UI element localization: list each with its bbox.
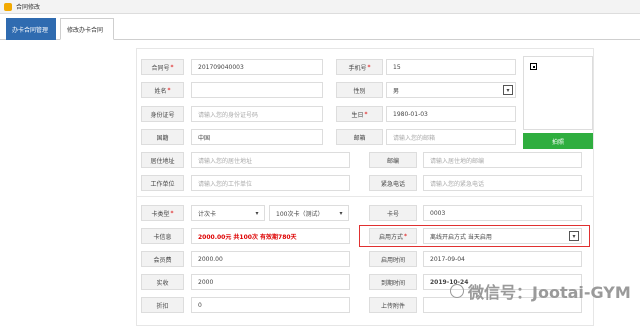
- zip-field[interactable]: 请输入居住地的邮编: [423, 152, 582, 168]
- wechat-icon: [450, 284, 464, 298]
- address-field[interactable]: 请输入您的居住地址: [191, 152, 350, 168]
- fee-label: 会员费: [141, 251, 184, 267]
- name-label: 姓名 *: [141, 82, 184, 98]
- nationality-label: 国籍: [141, 129, 184, 145]
- id-card-field[interactable]: 请输入您的身份证号码: [191, 106, 323, 122]
- discount-label: 折扣: [141, 297, 184, 313]
- title-bar: 合同修改: [0, 0, 640, 14]
- photo-box: [523, 56, 593, 130]
- watermark: 微信号：Jootai-GYM: [450, 281, 631, 302]
- card-no-label: 卡号: [369, 205, 417, 221]
- birthday-field[interactable]: 1980-01-03: [386, 106, 516, 122]
- take-photo-button[interactable]: 拍照: [523, 133, 593, 149]
- employer-field[interactable]: 请输入您的工作单位: [191, 175, 350, 191]
- end-time-label: 到期时间: [369, 274, 417, 290]
- chevron-down-icon: ▾: [503, 85, 513, 95]
- gender-label: 性别: [336, 82, 383, 98]
- attachment-label: 上传附件: [369, 297, 417, 313]
- divider: [136, 196, 594, 197]
- chevron-down-icon: ▾: [336, 208, 346, 218]
- start-time-field[interactable]: 2017-09-04: [423, 251, 582, 267]
- email-label: 邮箱: [336, 129, 383, 145]
- chevron-down-icon: ▾: [252, 208, 262, 218]
- emergency-phone-field[interactable]: 请输入您的紧急电话: [423, 175, 582, 191]
- card-type-label: 卡类型 *: [141, 205, 184, 221]
- id-card-label: 身份证号: [141, 106, 184, 122]
- phone-field[interactable]: 15: [386, 59, 516, 75]
- card-info-field: 2000.00元 共100次 有效期780天: [191, 228, 350, 244]
- emergency-phone-label: 紧急电话: [369, 175, 417, 191]
- card-info-label: 卡信息: [141, 228, 184, 244]
- address-label: 居住地址: [141, 152, 184, 168]
- paid-label: 实收: [141, 274, 184, 290]
- app-title: 合同修改: [16, 4, 41, 11]
- contract-no-label: 合同号 *: [141, 59, 184, 75]
- birthday-label: 生日 *: [336, 106, 383, 122]
- nationality-field[interactable]: 中国: [191, 129, 323, 145]
- email-field[interactable]: 请输入您的邮箱: [386, 129, 516, 145]
- fee-field[interactable]: 2000.00: [191, 251, 350, 267]
- activation-label: 启用方式 *: [369, 228, 417, 244]
- activation-select[interactable]: 离线开启方式 当天启用 ▾: [423, 228, 582, 244]
- discount-field[interactable]: 0: [191, 297, 350, 313]
- tab-contract-manage[interactable]: 办卡合同管理: [6, 18, 56, 40]
- tab-bar: 办卡合同管理 修改办卡合同: [0, 16, 640, 40]
- card-type-select[interactable]: 计次卡 ▾: [191, 205, 265, 221]
- employer-label: 工作单位: [141, 175, 184, 191]
- contract-no-field[interactable]: 201709040003: [191, 59, 323, 75]
- app-logo-icon: [4, 2, 12, 11]
- card-plan-select[interactable]: 100次卡（测试） ▾: [269, 205, 349, 221]
- name-field[interactable]: [191, 82, 323, 98]
- zip-label: 邮编: [369, 152, 417, 168]
- tab-edit-contract[interactable]: 修改办卡合同: [60, 18, 114, 40]
- phone-label: 手机号 *: [336, 59, 383, 75]
- card-no-field[interactable]: 0003: [423, 205, 582, 221]
- qr-code-icon: [530, 63, 537, 70]
- paid-field[interactable]: 2000: [191, 274, 350, 290]
- gender-select[interactable]: 男 ▾: [386, 82, 516, 98]
- start-time-label: 启用时间: [369, 251, 417, 267]
- chevron-down-icon: ▾: [569, 231, 579, 241]
